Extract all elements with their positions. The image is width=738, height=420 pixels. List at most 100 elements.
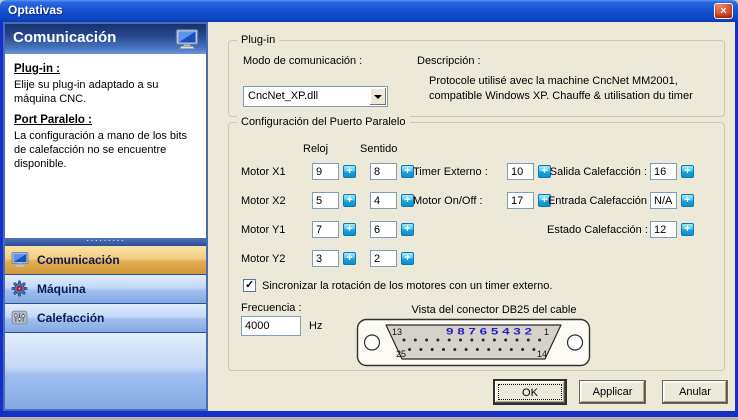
window-title: Optativas	[8, 3, 63, 17]
motor-x1-sentido-input[interactable]	[370, 163, 397, 180]
sidebar-item-label: Máquina	[37, 282, 86, 296]
close-button[interactable]: ×	[714, 3, 733, 19]
plus-button[interactable]: +	[343, 165, 356, 178]
salida-calefaccion-label: Salida Calefacción :	[547, 166, 647, 178]
sidebar-header-title: Comunicación	[13, 29, 116, 46]
plus-icon: +	[402, 253, 413, 264]
communication-mode-combobox[interactable]: CncNet_XP.dll	[243, 86, 388, 107]
help-section-title: Port Paralelo :	[14, 114, 197, 126]
help-section-title: Plug-in :	[14, 63, 197, 75]
gear-icon	[11, 280, 29, 297]
motor-y2-reloj-input[interactable]	[312, 250, 339, 267]
motor-onoff-label: Motor On/Off :	[413, 195, 483, 207]
motor-label: Motor Y1	[241, 224, 285, 236]
groupbox-title: Plug-in	[237, 34, 279, 46]
plus-button[interactable]: +	[343, 194, 356, 207]
plus-button[interactable]: +	[681, 194, 694, 207]
plus-button[interactable]: +	[681, 165, 694, 178]
plus-button[interactable]: +	[401, 252, 414, 265]
entrada-calefaccion-label: Entrada Calefacción	[547, 195, 647, 207]
sidebar-header: Comunicación	[5, 24, 206, 54]
ok-button[interactable]: OK	[493, 379, 567, 405]
plus-icon: +	[402, 166, 413, 177]
grip-dots-icon: ·········	[5, 238, 206, 243]
help-section-body: Elije su plug-in adaptado a su máquina C…	[14, 78, 197, 107]
plus-icon: +	[402, 224, 413, 235]
plus-icon: +	[344, 224, 355, 235]
pin-labels-blue: 9 8 7 6 5 4 3 2	[446, 327, 532, 337]
motor-row: Motor X2 + + Motor On/Off : + Entrada Ca…	[229, 192, 724, 210]
plus-button[interactable]: +	[681, 223, 694, 236]
plugin-groupbox: Plug-in Modo de comunicación : CncNet_XP…	[228, 40, 725, 117]
motor-onoff-input[interactable]	[507, 192, 534, 209]
parallel-port-groupbox: Configuración del Puerto Paralelo Reloj …	[228, 122, 725, 371]
motor-row: Motor Y2 + +	[229, 250, 724, 268]
monitor-icon	[11, 251, 29, 268]
frequency-unit-label: Hz	[309, 320, 322, 332]
connector-view-label: Vista del conector DB25 del cable	[374, 304, 614, 316]
cancel-button[interactable]: Anular	[662, 380, 728, 404]
description-label: Descripción :	[417, 55, 481, 67]
timer-externo-label: Timer Externo :	[413, 166, 488, 178]
chevron-down-icon	[374, 95, 382, 99]
sidebar-item-comunicacion[interactable]: Comunicación	[5, 245, 206, 274]
combo-dropdown-button[interactable]	[370, 88, 386, 105]
motor-y1-reloj-input[interactable]	[312, 221, 339, 238]
motor-y1-sentido-input[interactable]	[370, 221, 397, 238]
apply-button-label: Applicar	[593, 386, 633, 398]
groupbox-title: Configuración del Puerto Paralelo	[237, 116, 410, 128]
salida-calefaccion-input[interactable]	[650, 163, 677, 180]
faders-icon	[11, 309, 29, 326]
close-icon: ×	[720, 5, 726, 17]
sidebar-item-label: Calefacción	[37, 311, 104, 325]
motor-x2-reloj-input[interactable]	[312, 192, 339, 209]
plus-icon: +	[682, 166, 693, 177]
estado-calefaccion-input[interactable]	[650, 221, 677, 238]
plus-icon: +	[682, 224, 693, 235]
motor-row: Motor Y1 + + Estado Calefacción : +	[229, 221, 724, 239]
monitor-icon	[175, 28, 199, 55]
frequency-input[interactable]	[241, 316, 301, 336]
combobox-value: CncNet_XP.dll	[248, 90, 318, 102]
db25-connector-diagram: 13 1 25 14 9 8 7 6 5 4 3 2	[356, 318, 592, 369]
sidebar-splitter[interactable]: ·········	[5, 238, 206, 245]
column-header-sentido: Sentido	[360, 143, 397, 155]
mode-label: Modo de comunicación :	[243, 55, 362, 67]
sidebar: Comunicación Plug-in : Elije su plug-in …	[3, 22, 208, 411]
entrada-calefaccion-input[interactable]	[650, 192, 677, 209]
motor-y2-sentido-input[interactable]	[370, 250, 397, 267]
plus-icon: +	[402, 195, 413, 206]
plus-button[interactable]: +	[401, 223, 414, 236]
apply-button[interactable]: Applicar	[579, 380, 646, 404]
sidebar-item-maquina[interactable]: Máquina	[5, 274, 206, 303]
motor-row: Motor X1 + + Timer Externo : + Salida Ca…	[229, 163, 724, 181]
motor-label: Motor X2	[241, 195, 286, 207]
motor-x2-sentido-input[interactable]	[370, 192, 397, 209]
help-section-body: La configuración a mano de los bits de c…	[14, 129, 197, 172]
pin-label-13: 13	[392, 327, 402, 337]
plus-button[interactable]: +	[343, 223, 356, 236]
sidebar-empty-row	[5, 332, 206, 409]
plus-button[interactable]: +	[343, 252, 356, 265]
motor-label: Motor X1	[241, 166, 286, 178]
pin-label-14: 14	[537, 349, 547, 359]
plus-icon: +	[344, 195, 355, 206]
cancel-button-label: Anular	[679, 386, 711, 398]
sidebar-item-calefaccion[interactable]: Calefacción	[5, 303, 206, 332]
description-text: Protocole utilisé avec la machine CncNet…	[429, 74, 711, 104]
motor-x1-reloj-input[interactable]	[312, 163, 339, 180]
column-header-reloj: Reloj	[303, 143, 328, 155]
sidebar-help-panel: Plug-in : Elije su plug-in adaptado a su…	[5, 54, 206, 238]
screen: Optativas × Comunicación Plug-in : Elije…	[0, 0, 738, 420]
frequency-label: Frecuencia :	[241, 302, 302, 314]
timer-externo-input[interactable]	[507, 163, 534, 180]
estado-calefaccion-label: Estado Calefacción :	[547, 224, 647, 236]
window-border-left	[0, 22, 3, 417]
sync-timer-checkbox-label: Sincronizar la rotación de los motores c…	[262, 280, 552, 292]
titlebar[interactable]: Optativas ×	[0, 0, 738, 22]
plus-icon: +	[344, 166, 355, 177]
content-pane: Plug-in Modo de comunicación : CncNet_XP…	[208, 22, 735, 411]
sidebar-item-label: Comunicación	[37, 253, 120, 267]
checkmark-icon: ✓	[245, 280, 255, 291]
sync-timer-checkbox[interactable]: ✓	[243, 279, 256, 292]
